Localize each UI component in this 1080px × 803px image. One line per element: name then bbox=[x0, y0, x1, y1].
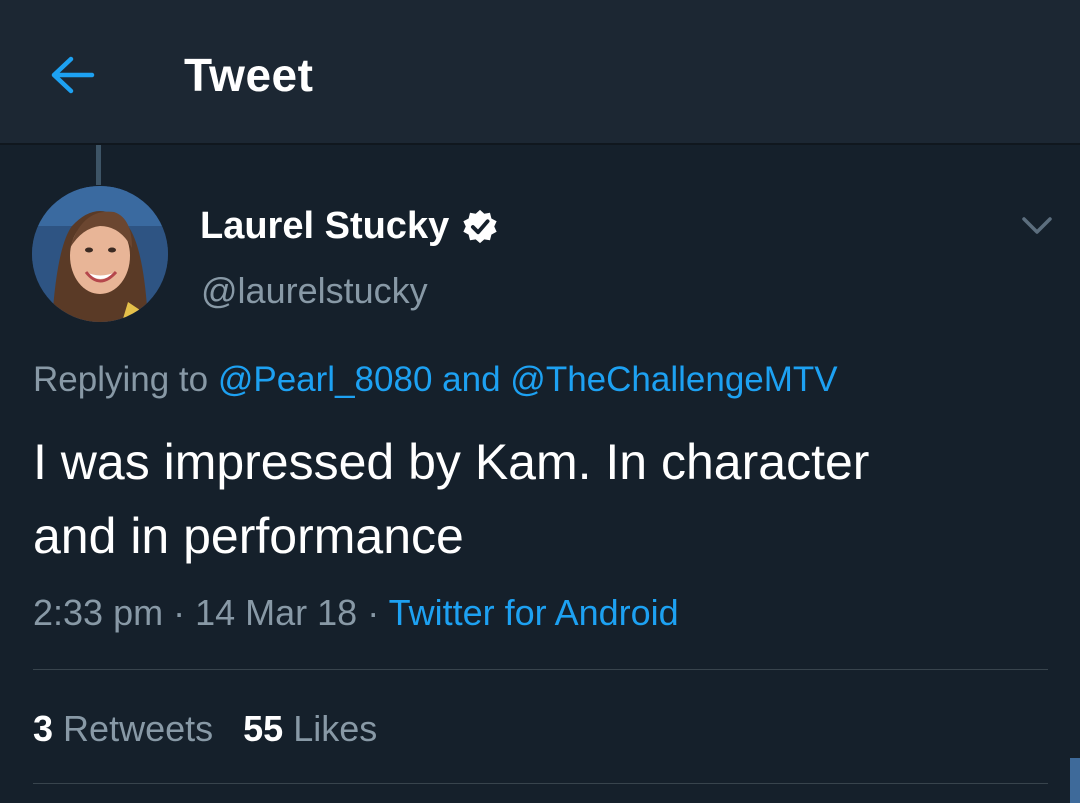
app-bar: Tweet bbox=[0, 0, 1080, 145]
mention-link-thechallenge[interactable]: @TheChallengeMTV bbox=[510, 360, 837, 399]
avatar[interactable] bbox=[32, 186, 168, 322]
tweet-stats: 3 Retweets 55 Likes bbox=[33, 708, 377, 750]
retweets-label: Retweets bbox=[63, 708, 214, 749]
reply-joiner: and bbox=[442, 360, 501, 399]
tweet-meta: 2:33 pm · 14 Mar 18 · Twitter for Androi… bbox=[33, 592, 679, 634]
tweet-date: 14 Mar 18 bbox=[195, 592, 358, 633]
tweet-source-link[interactable]: Twitter for Android bbox=[389, 592, 679, 633]
tweet-text-line: I was impressed by Kam. In character bbox=[33, 434, 870, 490]
verified-badge-icon bbox=[463, 209, 497, 243]
likes-label: Likes bbox=[293, 708, 378, 749]
page-title: Tweet bbox=[184, 49, 314, 101]
reply-context: Replying to @Pearl_8080 and @TheChalleng… bbox=[33, 360, 838, 400]
author-display-name[interactable]: Laurel Stucky bbox=[200, 205, 499, 248]
retweets-count: 3 bbox=[33, 708, 54, 749]
arrow-left-icon bbox=[51, 56, 95, 94]
scrollbar-thumb[interactable] bbox=[1070, 758, 1080, 803]
tweet-text-line: and in performance bbox=[33, 508, 464, 564]
reply-prefix: Replying to bbox=[33, 360, 209, 399]
chevron-down-icon[interactable] bbox=[1016, 208, 1058, 244]
retweets-stat[interactable]: 3 Retweets bbox=[33, 708, 213, 749]
thread-connector-line bbox=[96, 145, 101, 185]
likes-count: 55 bbox=[243, 708, 284, 749]
author-name-text: Laurel Stucky bbox=[200, 205, 450, 247]
divider bbox=[33, 783, 1048, 784]
mention-link-pearl[interactable]: @Pearl_8080 bbox=[218, 360, 433, 399]
tweet-text: I was impressed by Kam. In character and… bbox=[33, 425, 1053, 573]
meta-separator: · bbox=[367, 592, 380, 633]
tweet-time: 2:33 pm bbox=[33, 592, 164, 633]
author-handle[interactable]: @laurelstucky bbox=[201, 270, 428, 312]
likes-stat[interactable]: 55 Likes bbox=[243, 708, 377, 749]
back-button[interactable] bbox=[38, 40, 108, 110]
meta-separator: · bbox=[173, 592, 186, 633]
avatar-photo bbox=[32, 186, 168, 322]
divider bbox=[33, 669, 1048, 670]
